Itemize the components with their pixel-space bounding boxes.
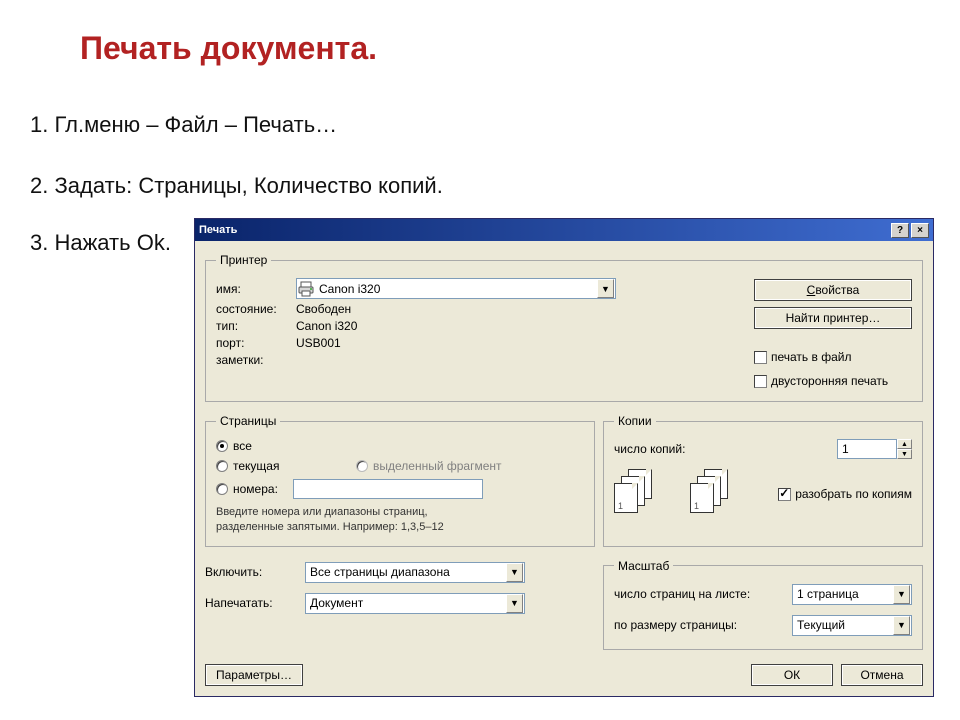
slide-title: Печать документа. <box>80 30 377 67</box>
copies-input[interactable] <box>837 439 897 459</box>
help-button[interactable]: ? <box>891 223 909 238</box>
dropdown-icon[interactable]: ▼ <box>597 279 614 298</box>
printer-legend: Принтер <box>216 253 271 267</box>
collate-checkbox[interactable]: разобрать по копиям <box>778 487 912 501</box>
print-to-file-checkbox[interactable]: печать в файл <box>754 350 912 364</box>
copies-legend: Копии <box>614 414 656 428</box>
pages-per-sheet-select[interactable]: 1 страница ▼ <box>792 584 912 605</box>
radio-current-label: текущая <box>233 459 279 473</box>
print-dialog: Печать ? × Принтер имя: <box>194 218 934 697</box>
status-label: состояние: <box>216 302 296 316</box>
step-3: 3. Нажать Ok. <box>30 230 171 256</box>
include-value: Все страницы диапазона <box>306 565 505 579</box>
checkbox-icon <box>754 375 767 388</box>
fit-to-page-value: Текущий <box>793 618 892 632</box>
close-button[interactable]: × <box>911 223 929 238</box>
radio-current[interactable]: текущая <box>216 459 356 473</box>
type-value: Canon i320 <box>296 319 746 333</box>
copies-count-label: число копий: <box>614 442 837 456</box>
titlebar[interactable]: Печать ? × <box>195 219 933 241</box>
pages-per-sheet-value: 1 страница <box>793 587 892 601</box>
radio-icon <box>216 483 228 495</box>
port-value: USB001 <box>296 336 746 350</box>
radio-all[interactable]: все <box>216 439 584 453</box>
printer-name-label: имя: <box>216 282 296 296</box>
fit-to-page-label: по размеру страницы: <box>614 618 792 632</box>
printer-name-select[interactable]: Canon i320 ▼ <box>296 278 616 299</box>
page-numbers-input[interactable] <box>293 479 483 499</box>
pages-per-sheet-label: число страниц на листе: <box>614 587 792 601</box>
radio-icon <box>216 460 228 472</box>
fit-to-page-select[interactable]: Текущий ▼ <box>792 615 912 636</box>
pages-legend: Страницы <box>216 414 280 428</box>
copies-spinner[interactable]: ▲ ▼ <box>837 439 912 459</box>
cancel-button[interactable]: Отмена <box>841 664 923 686</box>
printer-icon <box>297 281 315 297</box>
dropdown-icon[interactable]: ▼ <box>893 616 910 635</box>
pages-hint: Введите номера или диапазоны страниц, ра… <box>216 505 584 536</box>
step-1: 1. Гл.меню – Файл – Печать… <box>30 112 337 138</box>
step-2: 2. Задать: Страницы, Количество копий. <box>30 173 443 199</box>
spinner-down-icon[interactable]: ▼ <box>897 449 912 459</box>
radio-icon <box>216 440 228 452</box>
include-label: Включить: <box>205 565 305 579</box>
scale-legend: Масштаб <box>614 559 673 573</box>
radio-numbers[interactable]: номера: <box>216 479 584 499</box>
print-to-file-label: печать в файл <box>771 350 851 364</box>
include-select[interactable]: Все страницы диапазона ▼ <box>305 562 525 583</box>
printer-name-value: Canon i320 <box>315 282 596 296</box>
collate-diagram-icon: 3 2 1 <box>614 469 664 519</box>
radio-selection: выделенный фрагмент <box>356 459 502 473</box>
ok-button[interactable]: ОК <box>751 664 833 686</box>
copies-group: Копии число копий: ▲ ▼ 3 <box>603 414 923 547</box>
radio-all-label: все <box>233 439 252 453</box>
pages-group: Страницы все текущая выделенный фрагмент <box>205 414 595 547</box>
properties-button[interactable]: Свойства <box>754 279 912 301</box>
collate-label: разобрать по копиям <box>795 487 912 501</box>
parameters-button[interactable]: Параметры… <box>205 664 303 686</box>
checkbox-icon <box>754 351 767 364</box>
dropdown-icon[interactable]: ▼ <box>506 563 523 582</box>
print-what-select[interactable]: Документ ▼ <box>305 593 525 614</box>
printer-group: Принтер имя: <box>205 253 923 402</box>
checkbox-icon <box>778 488 791 501</box>
scale-group: Масштаб число страниц на листе: 1 страни… <box>603 559 923 650</box>
find-printer-button[interactable]: Найти принтер… <box>754 307 912 329</box>
print-what-value: Документ <box>306 596 505 610</box>
type-label: тип: <box>216 319 296 333</box>
print-what-label: Напечатать: <box>205 596 305 610</box>
radio-numbers-label: номера: <box>233 482 293 496</box>
notes-label: заметки: <box>216 353 296 367</box>
duplex-label: двусторонняя печать <box>771 374 888 388</box>
titlebar-title: Печать <box>199 224 889 236</box>
radio-icon <box>356 460 368 472</box>
radio-selection-label: выделенный фрагмент <box>373 459 502 473</box>
status-value: Свободен <box>296 302 746 316</box>
port-label: порт: <box>216 336 296 350</box>
dropdown-icon[interactable]: ▼ <box>506 594 523 613</box>
duplex-checkbox[interactable]: двусторонняя печать <box>754 374 912 388</box>
collate-diagram-icon: 3 2 1 <box>690 469 740 519</box>
spinner-up-icon[interactable]: ▲ <box>897 439 912 449</box>
dropdown-icon[interactable]: ▼ <box>893 585 910 604</box>
